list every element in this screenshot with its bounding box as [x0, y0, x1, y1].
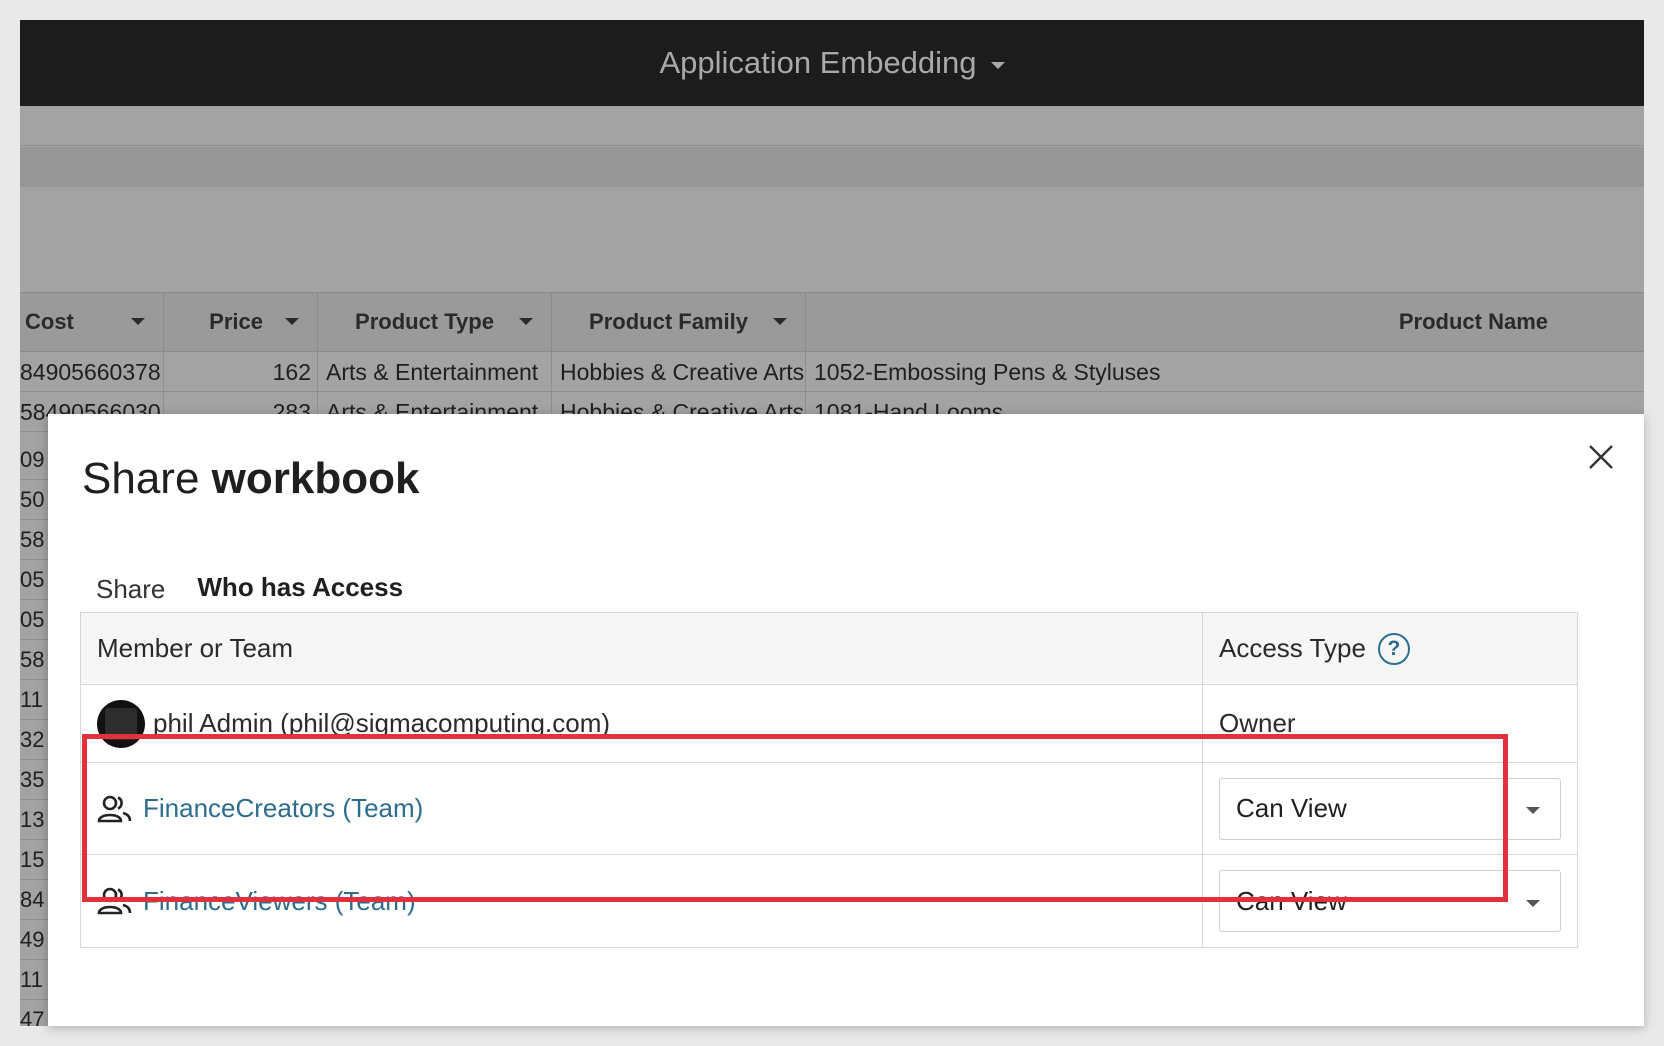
cell-product-family[interactable]: Hobbies & Creative Arts [552, 352, 806, 392]
filter-band [20, 147, 1644, 187]
page-header-band [20, 187, 1644, 285]
cell-cost: 32 [20, 720, 48, 760]
member-cell: FinanceCreators (Team) [81, 763, 1203, 854]
cell-price[interactable]: 162 [164, 352, 318, 392]
cell-product-name[interactable]: 1052-Embossing Pens & Styluses [806, 352, 1644, 392]
access-type-selected: Can View [1236, 793, 1347, 823]
member-cell: phil Admin (phil@sigmacomputing.com) [81, 685, 1203, 762]
share-workbook-dialog: Share workbook Share Who has Access Memb… [48, 414, 1644, 1026]
access-type-value: Owner [1219, 708, 1296, 738]
column-header-label: Product Family [589, 309, 748, 334]
cell-cost[interactable]: 84905660378 [20, 352, 164, 392]
access-cell: Can View [1203, 763, 1577, 854]
cell-cost: 05 [20, 560, 48, 600]
column-header-access-type: Access Type ? [1203, 613, 1577, 684]
access-type-select[interactable]: Can View [1219, 777, 1561, 840]
team-icon [97, 887, 132, 915]
cell-cost: 11 [20, 680, 48, 720]
access-row-team: FinanceCreators (Team) Can View [81, 763, 1577, 855]
cell-cost: 09 [20, 440, 48, 480]
cell-cost: 13 [20, 800, 48, 840]
dialog-title: Share workbook [82, 454, 419, 504]
column-header-cost[interactable]: Cost [20, 293, 164, 351]
toolbar-band [20, 106, 1644, 146]
team-icon [97, 795, 132, 822]
workbook-title-dropdown[interactable]: Application Embedding [659, 45, 1005, 81]
cell-cost: 58 [20, 640, 48, 680]
cell-cost: 84 [20, 880, 48, 920]
cell-product-type[interactable]: Arts & Entertainment [318, 352, 552, 392]
cell-cost: 35 [20, 760, 48, 800]
top-bar: Application Embedding [20, 20, 1644, 106]
cell-cost: 50 [20, 480, 48, 520]
column-header-product-name[interactable]: Product Name [806, 293, 1644, 351]
chevron-down-icon [1526, 899, 1540, 907]
access-cell: Can View [1203, 855, 1577, 947]
cell-cost: 58 [20, 520, 48, 560]
team-link[interactable]: FinanceCreators (Team) [143, 793, 423, 824]
column-header-product-family[interactable]: Product Family [552, 293, 806, 351]
chevron-down-icon [1526, 807, 1540, 814]
cell-cost: 49 [20, 920, 48, 960]
column-header-label: Price [209, 309, 263, 334]
chevron-down-icon[interactable] [285, 318, 299, 325]
close-icon[interactable] [1586, 442, 1616, 472]
access-row-team: FinanceViewers (Team) Can View [81, 855, 1577, 947]
dialog-title-light: Share [82, 454, 200, 503]
member-cell: FinanceViewers (Team) [81, 855, 1203, 947]
cell-cost: 47 [20, 1000, 48, 1027]
access-table: Member or Team Access Type ? phil Admin … [80, 612, 1578, 948]
chevron-down-icon[interactable] [519, 318, 533, 325]
chevron-down-icon[interactable] [773, 318, 787, 325]
dialog-title-bold: workbook [211, 454, 420, 503]
grid-header: Cost Price Product Type Product Family P… [20, 292, 1644, 352]
access-row-owner: phil Admin (phil@sigmacomputing.com) Own… [81, 685, 1577, 763]
column-header-label: Product Type [355, 309, 494, 334]
cell-cost: 05 [20, 600, 48, 640]
access-table-header: Member or Team Access Type ? [81, 613, 1577, 685]
chevron-down-icon [990, 61, 1005, 69]
cell-cost: 15 [20, 840, 48, 880]
access-type-label: Access Type [1219, 633, 1366, 663]
grid-cost-column-peek: 09 50 58 05 05 58 11 32 35 13 15 84 49 1… [20, 440, 48, 1026]
column-header-price[interactable]: Price [164, 293, 318, 351]
column-header-label: Product Name [1398, 309, 1548, 334]
column-header-label: Cost [25, 309, 74, 334]
access-type-selected: Can View [1236, 885, 1347, 916]
team-link[interactable]: FinanceViewers (Team) [143, 886, 416, 917]
help-icon[interactable]: ? [1377, 632, 1410, 665]
workbook-title: Application Embedding [659, 45, 977, 80]
column-header-member: Member or Team [81, 613, 1203, 684]
member-name: phil Admin (phil@sigmacomputing.com) [153, 708, 611, 738]
column-header-product-type[interactable]: Product Type [318, 293, 552, 351]
chevron-down-icon[interactable] [131, 318, 145, 325]
table-row: 84905660378 162 Arts & Entertainment Hob… [20, 352, 1644, 392]
access-type-select[interactable]: Can View [1219, 870, 1561, 932]
avatar [97, 699, 145, 748]
cell-cost: 11 [20, 960, 48, 1000]
